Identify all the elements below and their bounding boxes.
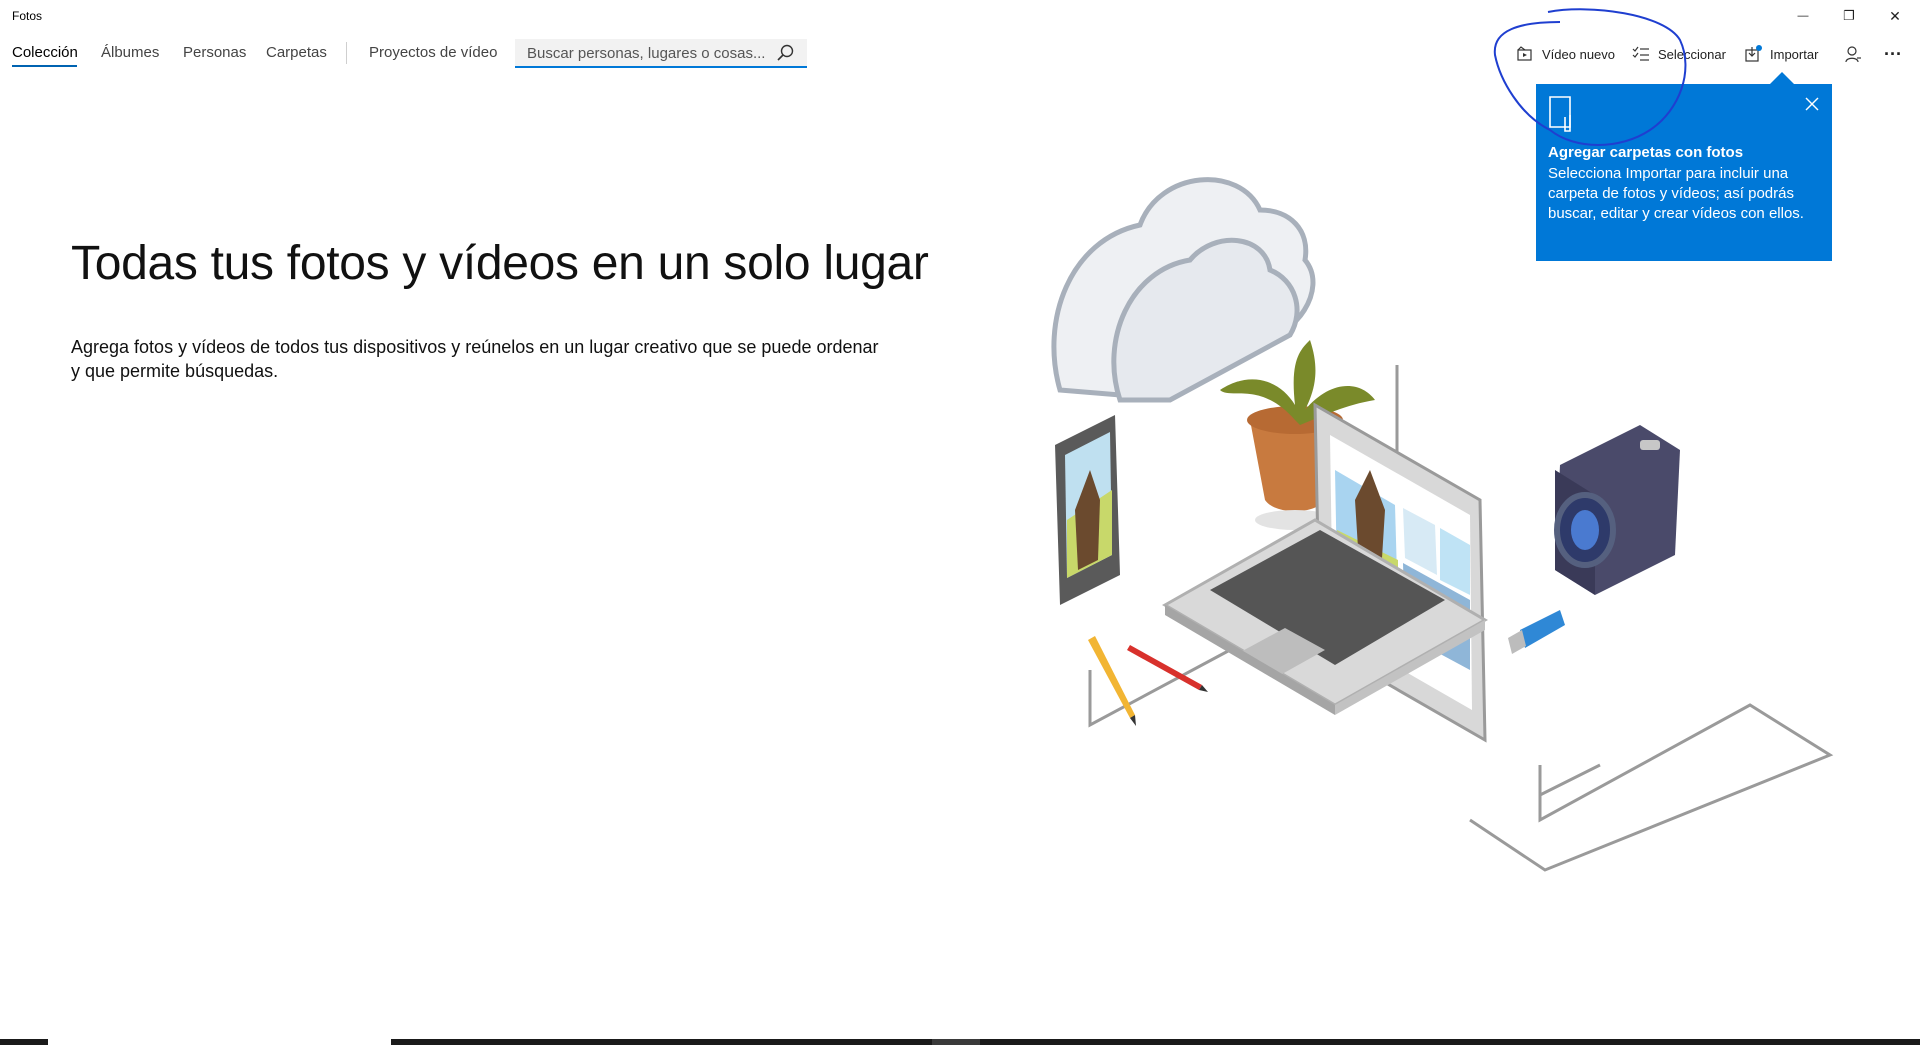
minimize-button[interactable]: — xyxy=(1780,0,1826,32)
page-title: Todas tus fotos y vídeos en un solo luga… xyxy=(71,237,929,290)
search-icon[interactable] xyxy=(775,43,795,63)
tab-carpetas[interactable]: Carpetas xyxy=(266,44,327,61)
new-video-button[interactable]: Vídeo nuevo xyxy=(1516,42,1615,66)
close-icon: ✕ xyxy=(1889,7,1901,24)
taskbar xyxy=(0,1039,1920,1045)
restore-icon: ❐ xyxy=(1843,8,1855,23)
close-button[interactable]: ✕ xyxy=(1872,0,1918,32)
import-label: Importar xyxy=(1770,46,1819,62)
usb-drive-icon xyxy=(1508,610,1565,654)
account-button[interactable] xyxy=(1844,42,1862,66)
tab-coleccion[interactable]: Colección xyxy=(12,44,78,61)
tip-close-icon[interactable] xyxy=(1804,96,1820,112)
select-button[interactable]: Seleccionar xyxy=(1632,42,1726,66)
tab-personas[interactable]: Personas xyxy=(183,44,246,61)
tip-pointer xyxy=(1770,72,1794,84)
nav-divider xyxy=(346,42,347,64)
person-icon xyxy=(1845,46,1861,63)
camera-icon xyxy=(1554,425,1680,595)
cloud-icon xyxy=(1051,177,1316,403)
app-title: Fotos xyxy=(12,9,43,23)
select-list-icon xyxy=(1632,46,1649,61)
import-button[interactable]: Importar xyxy=(1744,42,1818,66)
search-input[interactable]: Buscar personas, lugares o cosas... xyxy=(527,45,765,62)
pencil-icon xyxy=(1088,636,1208,726)
hero-illustration xyxy=(1051,177,1834,872)
title-bar: Fotos — ❐ ✕ xyxy=(0,0,1920,32)
folder-icon xyxy=(1549,96,1571,132)
tip-title: Agregar carpetas con fotos xyxy=(1548,144,1744,161)
video-icon xyxy=(1517,46,1532,61)
active-tab-indicator xyxy=(12,65,77,67)
page-description: Agrega fotos y vídeos de todos tus dispo… xyxy=(71,337,879,381)
select-label: Seleccionar xyxy=(1658,46,1726,62)
tab-proyectos-de-video[interactable]: Proyectos de vídeo xyxy=(369,44,497,61)
more-options-button[interactable]: ··· xyxy=(1884,42,1902,66)
more-icon: ··· xyxy=(1884,43,1902,64)
laptop-icon xyxy=(1162,402,1488,743)
taskbar-active-window[interactable] xyxy=(48,1039,391,1045)
search-box[interactable]: Buscar personas, lugares o cosas... xyxy=(515,39,807,68)
minimize-icon: — xyxy=(1797,10,1809,22)
restore-button[interactable]: ❐ xyxy=(1826,0,1872,32)
import-icon xyxy=(1745,45,1762,62)
new-video-label: Vídeo nuevo xyxy=(1542,46,1616,62)
taskbar-app[interactable] xyxy=(932,1039,980,1045)
phone-icon xyxy=(1055,415,1120,605)
tab-albumes[interactable]: Álbumes xyxy=(101,44,159,61)
